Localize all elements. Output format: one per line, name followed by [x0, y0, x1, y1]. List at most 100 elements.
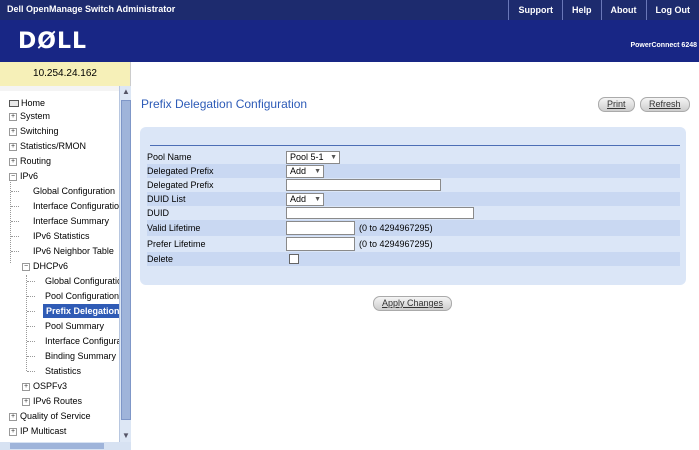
valid-lifetime-input[interactable]	[286, 221, 355, 235]
collapse-icon[interactable]: −	[22, 262, 30, 271]
tree-item-switching[interactable]: + Switching	[9, 124, 59, 138]
tree-vertical-scrollbar[interactable]: ▲ ▼	[119, 86, 131, 442]
page-title: Prefix Delegation Configuration	[141, 97, 308, 111]
duid-list-select[interactable]: Add ▼	[286, 193, 324, 206]
row-delete: Delete	[147, 252, 680, 266]
product-name: PowerConnect 6248	[630, 42, 697, 49]
tree-item-label: IPv6	[20, 171, 39, 181]
tree-item-binding-summary[interactable]: Binding Summary	[45, 349, 116, 363]
tree-item-interface-configuration[interactable]: Interface Configuratio	[33, 199, 119, 213]
chevron-down-icon: ▼	[314, 168, 321, 175]
tree-item-label: IPv6 Statistics	[33, 231, 90, 241]
tree-item-label: Global Configuratic	[45, 276, 119, 286]
app-title: Dell OpenManage Switch Administrator	[7, 4, 176, 14]
tree-item-ip-multicast[interactable]: + IP Multicast	[9, 424, 66, 438]
tree-connector	[27, 371, 35, 372]
tree-item-home[interactable]: Home	[9, 96, 45, 110]
tree-horizontal-scrollbar[interactable]	[0, 442, 131, 450]
tree-connector	[27, 311, 35, 312]
tree-item-ipv6-neighbor-table[interactable]: IPv6 Neighbor Table	[33, 244, 114, 258]
pool-name-select[interactable]: Pool 5-1 ▼	[286, 151, 340, 164]
row-duid: DUID	[147, 206, 680, 220]
tree-connector	[11, 191, 19, 192]
home-icon	[9, 100, 19, 108]
apply-changes-button[interactable]: Apply Changes	[373, 296, 453, 311]
tree-connector	[27, 356, 35, 357]
collapse-icon[interactable]: −	[9, 172, 17, 181]
tree-item-dhcpv6-interface-configuration[interactable]: Interface Configura	[45, 334, 119, 348]
tree-item-label: Statistics	[45, 366, 82, 376]
expand-icon[interactable]: +	[9, 157, 17, 166]
delegated-prefix-label: Delegated Prefix	[147, 180, 214, 190]
delete-checkbox[interactable]	[289, 254, 299, 264]
scrollbar-thumb[interactable]	[10, 443, 104, 449]
expand-icon[interactable]: +	[9, 127, 17, 136]
tree-connector	[11, 251, 19, 252]
brand-bar: DØLL PowerConnect 6248	[0, 20, 699, 62]
tree-item-prefix-delegation[interactable]: Prefix Delegation	[43, 304, 119, 318]
tree-item-global-configuration[interactable]: Global Configuration	[33, 184, 115, 198]
about-link[interactable]: About	[600, 0, 646, 20]
tree-item-dhcpv6-global-configuration[interactable]: Global Configuratic	[45, 274, 119, 288]
tree-item-quality-of-service[interactable]: + Quality of Service	[9, 409, 91, 423]
tree-item-ospfv3[interactable]: + OSPFv3	[22, 379, 67, 393]
tree-item-statistics-rmon[interactable]: + Statistics/RMON	[9, 139, 86, 153]
scrollbar-thumb[interactable]	[121, 100, 131, 420]
tree-item-routing[interactable]: + Routing	[9, 154, 51, 168]
expand-icon[interactable]: +	[9, 412, 17, 421]
tree-item-label: Pool Summary	[45, 321, 105, 331]
tree-item-label: System	[20, 111, 51, 121]
row-pool-name: Pool Name Pool 5-1 ▼	[147, 150, 680, 164]
top-menu: Support Help About Log Out	[508, 0, 699, 20]
tree-item-label: Switching	[20, 126, 59, 136]
tree-connector	[27, 341, 35, 342]
tree-item-label: Interface Summary	[33, 216, 110, 226]
delegated-prefix-action-label: Delegated Prefix	[147, 166, 214, 176]
expand-icon[interactable]: +	[22, 382, 30, 391]
tree-item-label: IPv6 Neighbor Table	[33, 246, 114, 256]
tree-item-label: Routing	[20, 156, 52, 166]
tree-item-pool-summary[interactable]: Pool Summary	[45, 319, 104, 333]
navigation-tree: Home + System + Switching + Statistics/RMON…	[0, 91, 119, 441]
tree-item-pool-configuration[interactable]: Pool Configuration	[45, 289, 119, 303]
tree-item-label: IPv6 Routes	[33, 396, 83, 406]
scroll-down-icon[interactable]: ▼	[121, 430, 131, 442]
print-button[interactable]: Print	[598, 97, 635, 112]
delegated-prefix-input[interactable]	[286, 179, 441, 191]
delegated-prefix-action-select[interactable]: Add ▼	[286, 165, 324, 178]
tree-item-dhcpv6[interactable]: − DHCPv6	[22, 259, 68, 273]
chevron-down-icon: ▼	[330, 154, 337, 161]
tree-item-label: Quality of Service	[20, 411, 91, 421]
duid-list-label: DUID List	[147, 194, 186, 204]
tree-item-label: Statistics/RMON	[20, 141, 87, 151]
tree-connector	[27, 281, 35, 282]
tree-item-ipv6[interactable]: − IPv6	[9, 169, 38, 183]
row-delegated-prefix: Delegated Prefix	[147, 178, 680, 192]
tree-item-label: Prefix Delegation	[43, 304, 119, 318]
tree-item-statistics[interactable]: Statistics	[45, 364, 81, 378]
tree-item-label: Interface Configuratio	[33, 201, 119, 211]
tree-connector	[11, 221, 19, 222]
tree-item-label: Interface Configura	[45, 336, 119, 346]
support-link[interactable]: Support	[508, 0, 562, 20]
tree-item-interface-summary[interactable]: Interface Summary	[33, 214, 109, 228]
duid-label: DUID	[147, 208, 169, 218]
tree-connector	[11, 236, 19, 237]
duid-input[interactable]	[286, 207, 474, 219]
expand-icon[interactable]: +	[9, 112, 17, 121]
tree-item-ipv6-statistics[interactable]: IPv6 Statistics	[33, 229, 90, 243]
expand-icon[interactable]: +	[9, 427, 17, 436]
help-link[interactable]: Help	[561, 0, 601, 20]
tree-item-ipv6-routes[interactable]: + IPv6 Routes	[22, 394, 82, 408]
expand-icon[interactable]: +	[9, 142, 17, 151]
expand-icon[interactable]: +	[22, 397, 30, 406]
tree-item-system[interactable]: + System	[9, 109, 50, 123]
log-out-link[interactable]: Log Out	[645, 0, 699, 20]
refresh-button[interactable]: Refresh	[640, 97, 690, 112]
pool-name-label: Pool Name	[147, 152, 192, 162]
tree-connector	[27, 296, 35, 297]
scroll-up-icon[interactable]: ▲	[121, 86, 131, 98]
tree-connector	[11, 206, 19, 207]
tree-item-label: OSPFv3	[33, 381, 68, 391]
prefer-lifetime-input[interactable]	[286, 237, 355, 251]
